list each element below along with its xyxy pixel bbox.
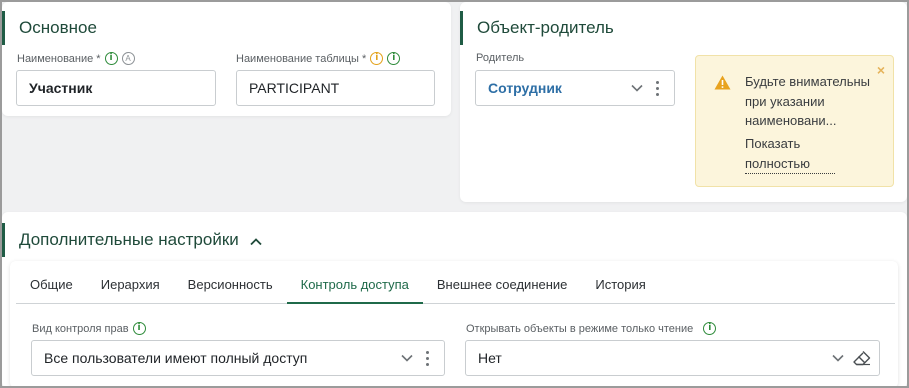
access-label: Вид контроля прав: [32, 322, 129, 335]
readonly-label-row: Открывать объекты в режиме только чтение…: [466, 322, 717, 335]
chevron-down-icon[interactable]: [628, 79, 646, 97]
kebab-icon[interactable]: [646, 77, 668, 99]
tab-history[interactable]: История: [581, 270, 659, 304]
readonly-select[interactable]: Нет: [465, 340, 880, 376]
tab-bar: Общие Иерархия Версионность Контроль дос…: [16, 270, 895, 304]
access-label-row: Вид контроля прав i: [32, 322, 146, 335]
name-input-value: Участник: [29, 80, 93, 96]
additional-title-text: Дополнительные настройки: [19, 230, 239, 249]
table-name-input[interactable]: PARTICIPANT: [236, 70, 435, 106]
parent-label: Родитель: [476, 52, 525, 64]
main-section-title: Основное: [2, 11, 97, 45]
close-icon[interactable]: ×: [877, 62, 885, 78]
tab-versioning[interactable]: Версионность: [174, 270, 287, 304]
tab-hierarchy[interactable]: Иерархия: [87, 270, 174, 304]
info-icon[interactable]: i: [387, 52, 401, 65]
warning-icon: [714, 75, 731, 95]
parent-select[interactable]: Сотрудник: [475, 70, 675, 106]
access-control-value: Все пользователи имеют полный доступ: [44, 350, 308, 366]
name-label: Наименование *: [17, 52, 101, 65]
kebab-icon[interactable]: [416, 347, 438, 369]
parent-section-title: Объект-родитель: [460, 11, 614, 45]
additional-section-title[interactable]: Дополнительные настройки: [2, 223, 262, 257]
info-icon[interactable]: i: [703, 322, 717, 335]
readonly-value: Нет: [478, 350, 502, 366]
table-label-row: Наименование таблицы * i i: [236, 52, 401, 65]
tab-general[interactable]: Общие: [16, 270, 87, 304]
readonly-label: Открывать объекты в режиме только чтение: [466, 322, 694, 335]
name-label-row: Наименование * i A: [17, 52, 135, 65]
chevron-up-icon[interactable]: [249, 224, 262, 258]
autofill-icon[interactable]: A: [121, 52, 135, 65]
chevron-down-icon[interactable]: [829, 349, 847, 367]
access-control-select[interactable]: Все пользователи имеют полный доступ: [31, 340, 445, 376]
show-full-link[interactable]: Показать полностью: [745, 134, 835, 174]
eraser-icon[interactable]: [851, 347, 873, 369]
info-icon[interactable]: i: [132, 322, 146, 335]
info-icon[interactable]: i: [104, 52, 118, 65]
table-label: Наименование таблицы *: [236, 52, 367, 65]
tab-access-control[interactable]: Контроль доступа: [286, 270, 423, 304]
tab-external-connection[interactable]: Внешнее соединение: [423, 270, 582, 304]
warning-box: Будьте внимательны при указании наименов…: [695, 55, 894, 187]
parent-select-value: Сотрудник: [488, 80, 562, 96]
chevron-down-icon[interactable]: [398, 349, 416, 367]
name-input[interactable]: Участник: [16, 70, 216, 106]
warning-info-icon[interactable]: i: [370, 52, 384, 65]
table-name-input-value: PARTICIPANT: [249, 80, 340, 96]
warning-text: Будьте внимательны при указании наименов…: [745, 74, 871, 128]
